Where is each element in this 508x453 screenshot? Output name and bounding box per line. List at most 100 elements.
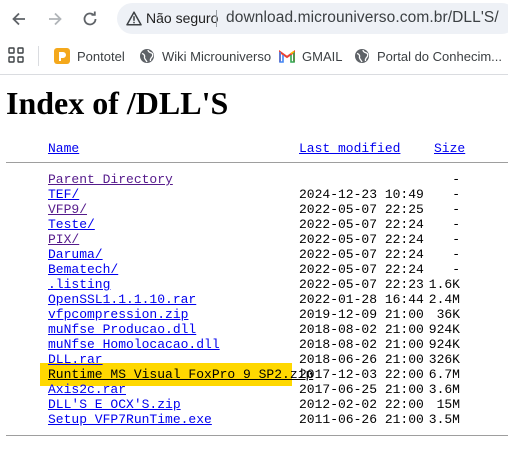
file-size: 3.6M bbox=[428, 382, 460, 397]
bookmark-pontotel[interactable]: Pontotel bbox=[54, 45, 125, 67]
bookmark-portal-conhecimento[interactable]: Portal do Conhecim... bbox=[354, 45, 502, 67]
file-modified: 2017-12-03 22:00 bbox=[299, 367, 424, 382]
globe-icon bbox=[354, 48, 370, 64]
table-row: DLL'S E OCX'S.zip 2012-02-02 22:00 15M bbox=[0, 397, 508, 412]
file-link[interactable]: Bematech/ bbox=[48, 262, 118, 277]
sort-by-name-link[interactable]: Name bbox=[48, 141, 79, 156]
reload-icon bbox=[83, 11, 97, 26]
file-modified: 2018-06-26 21:00 bbox=[299, 352, 424, 367]
file-modified: 2019-12-09 21:00 bbox=[299, 307, 424, 322]
file-link[interactable]: DLL.rar bbox=[48, 352, 103, 367]
bookmark-gmail[interactable]: GMAIL bbox=[279, 45, 342, 67]
forward-button[interactable] bbox=[43, 7, 67, 31]
pontotel-icon bbox=[54, 48, 70, 64]
table-row: Bematech/ 2022-05-07 22:24 - bbox=[0, 262, 508, 277]
table-row: .listing 2022-05-07 22:23 1.6K bbox=[0, 277, 508, 292]
table-row: vfpcompression.zip 2019-12-09 21:00 36K bbox=[0, 307, 508, 322]
arrow-left-icon bbox=[12, 12, 25, 26]
file-link[interactable]: PIX/ bbox=[48, 232, 79, 247]
file-link[interactable]: TEF/ bbox=[48, 187, 79, 202]
bookmark-label: GMAIL bbox=[302, 48, 343, 64]
file-link[interactable]: OpenSSL1.1.1.10.rar bbox=[48, 292, 196, 307]
security-status[interactable]: Não seguro bbox=[146, 10, 218, 26]
file-size: 1.6K bbox=[428, 277, 460, 292]
table-row: Setup_VFP7RunTime.exe 2011-06-26 21:00 3… bbox=[0, 412, 508, 427]
browser-toolbar: Não seguro download.microuniverso.com.br… bbox=[0, 0, 508, 38]
file-size: 15M bbox=[436, 397, 460, 412]
file-link[interactable]: Teste/ bbox=[48, 217, 95, 232]
sort-by-size-link[interactable]: Size bbox=[434, 141, 465, 156]
file-link[interactable]: Axis2c.rar bbox=[48, 382, 126, 397]
reload-button[interactable] bbox=[78, 7, 102, 31]
file-size: - bbox=[452, 187, 460, 202]
header-divider bbox=[6, 162, 508, 163]
table-row: OpenSSL1.1.1.10.rar 2022-01-28 16:44 2.4… bbox=[0, 292, 508, 307]
bookmark-label: Wiki Microuniverso bbox=[162, 48, 272, 64]
bookmark-label: Pontotel bbox=[77, 48, 125, 64]
globe-icon bbox=[139, 48, 155, 64]
file-modified: 2018-08-02 21:00 bbox=[299, 322, 424, 337]
file-size: 3.5M bbox=[428, 412, 460, 427]
file-modified: 2022-05-07 22:24 bbox=[299, 247, 424, 262]
parent-directory-link[interactable]: Parent Directory bbox=[48, 172, 173, 187]
back-button[interactable] bbox=[7, 7, 31, 31]
table-row: TEF/ 2024-12-23 10:49 - bbox=[0, 187, 508, 202]
bookmarks-divider bbox=[38, 46, 39, 66]
bookmark-wiki-microuniverso[interactable]: Wiki Microuniverso bbox=[139, 45, 271, 67]
page-title: Index of /DLL'S bbox=[6, 85, 229, 121]
table-row: Runtime MS Visual FoxPro 9 SP2.zip 2017-… bbox=[0, 367, 508, 382]
file-link[interactable]: VFP9/ bbox=[48, 202, 87, 217]
file-modified: 2022-05-07 22:24 bbox=[299, 262, 424, 277]
table-row: DLL.rar 2018-06-26 21:00 326K bbox=[0, 352, 508, 367]
table-row: PIX/ 2022-05-07 22:24 - bbox=[0, 232, 508, 247]
file-modified: 2022-01-28 16:44 bbox=[299, 292, 424, 307]
file-size: 924K bbox=[428, 337, 460, 352]
file-modified: 2017-06-25 21:00 bbox=[299, 382, 424, 397]
file-size: - bbox=[452, 217, 460, 232]
table-row: muNfse_Homolocacao.dll 2018-08-02 21:00 … bbox=[0, 337, 508, 352]
file-size: - bbox=[452, 172, 460, 187]
bookmark-label: Portal do Conhecim... bbox=[377, 48, 503, 64]
file-link[interactable]: Runtime MS Visual FoxPro 9 SP2.zip bbox=[48, 367, 313, 382]
file-size: - bbox=[452, 202, 460, 217]
table-row: VFP9/ 2022-05-07 22:25 - bbox=[0, 202, 508, 217]
file-modified: 2022-05-07 22:24 bbox=[299, 217, 424, 232]
file-size: 6.7M bbox=[428, 367, 460, 382]
file-size: - bbox=[452, 262, 460, 277]
footer-divider bbox=[6, 435, 508, 436]
table-row: Teste/ 2022-05-07 22:24 - bbox=[0, 217, 508, 232]
file-size: 2.4M bbox=[428, 292, 460, 307]
file-link[interactable]: muNfse_Homolocacao.dll bbox=[48, 337, 220, 352]
file-modified: 2022-05-07 22:24 bbox=[299, 232, 424, 247]
file-size: 924K bbox=[428, 322, 460, 337]
warning-icon bbox=[126, 11, 142, 26]
file-modified: 2012-02-02 22:00 bbox=[299, 397, 424, 412]
file-link[interactable]: Daruma/ bbox=[48, 247, 103, 262]
gmail-icon bbox=[279, 48, 295, 64]
file-modified: 2022-05-07 22:25 bbox=[299, 202, 424, 217]
file-size: 36K bbox=[436, 307, 460, 322]
file-link[interactable]: DLL'S E OCX'S.zip bbox=[48, 397, 181, 412]
file-modified: 2011-06-26 21:00 bbox=[299, 412, 424, 427]
file-size: 326K bbox=[428, 352, 460, 367]
address-bar[interactable]: Não seguro download.microuniverso.com.br… bbox=[117, 3, 508, 34]
file-link[interactable]: Setup_VFP7RunTime.exe bbox=[48, 412, 212, 427]
url-text[interactable]: download.microuniverso.com.br/DLL'S/ bbox=[226, 9, 499, 27]
file-size: - bbox=[452, 247, 460, 262]
file-size: - bbox=[452, 232, 460, 247]
table-row: Parent Directory - bbox=[0, 172, 508, 187]
sort-by-modified-link[interactable]: Last modified bbox=[299, 141, 400, 156]
table-row: muNfse_Producao.dll 2018-08-02 21:00 924… bbox=[0, 322, 508, 337]
file-modified: 2018-08-02 21:00 bbox=[299, 337, 424, 352]
file-modified: 2022-05-07 22:23 bbox=[299, 277, 424, 292]
file-link[interactable]: muNfse_Producao.dll bbox=[48, 322, 196, 337]
file-modified: 2024-12-23 10:49 bbox=[299, 187, 424, 202]
file-link[interactable]: vfpcompression.zip bbox=[48, 307, 188, 322]
table-row: Axis2c.rar 2017-06-25 21:00 3.6M bbox=[0, 382, 508, 397]
arrow-right-icon bbox=[49, 12, 62, 26]
apps-grid-icon[interactable] bbox=[8, 47, 25, 64]
bookmarks-bar: Pontotel Wiki Microuniverso GMAIL Portal… bbox=[0, 38, 508, 75]
omnibox-divider bbox=[216, 10, 217, 27]
table-row: Daruma/ 2022-05-07 22:24 - bbox=[0, 247, 508, 262]
file-link[interactable]: .listing bbox=[48, 277, 110, 292]
